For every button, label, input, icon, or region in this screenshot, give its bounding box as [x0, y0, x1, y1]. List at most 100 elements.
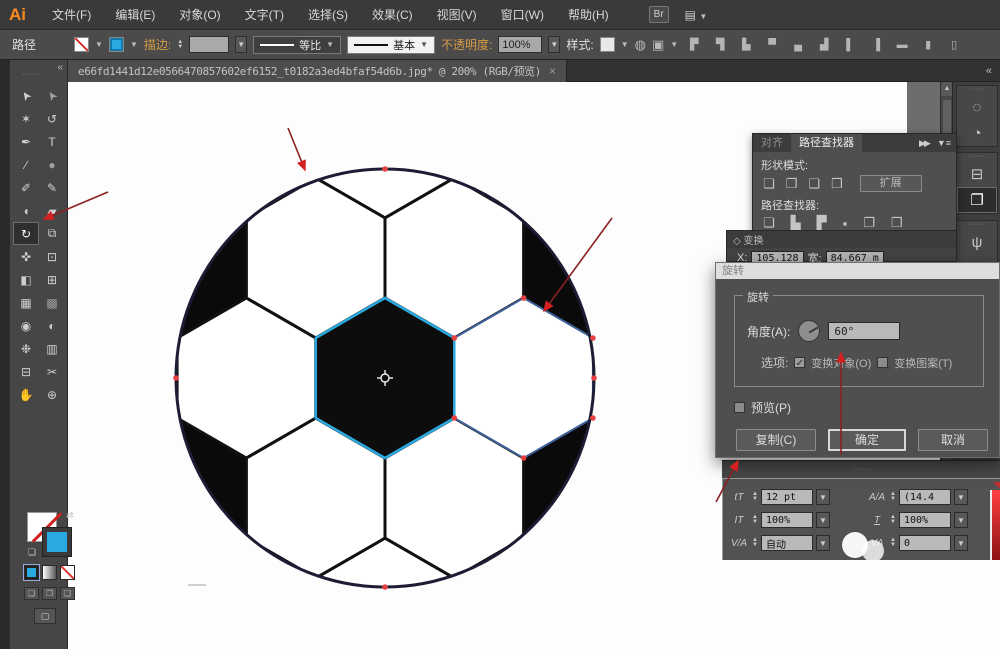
column-graph-tool[interactable]: ▥: [39, 337, 65, 360]
tracking-field[interactable]: 0: [899, 535, 951, 551]
intersect-icon[interactable]: ❑: [808, 176, 820, 192]
select-similar-icon[interactable]: ▣: [652, 37, 664, 53]
brush-definition-dropdown[interactable]: 基本 ▼: [347, 36, 435, 54]
horizontal-scale-dropdown[interactable]: ▼: [954, 512, 968, 528]
panel-expand-icon[interactable]: ▶▶: [919, 138, 937, 149]
leading-dropdown[interactable]: ▼: [954, 489, 968, 505]
tracking-dropdown[interactable]: ▼: [954, 535, 968, 551]
menu-help[interactable]: 帮助(H): [556, 0, 621, 30]
gradient-tool[interactable]: ▩: [39, 291, 65, 314]
screen-mode-button[interactable]: ▢: [34, 608, 56, 624]
leading-stepper[interactable]: ▲▼: [890, 492, 896, 502]
toolbar-grip[interactable]: ▪▪▪▪▪▪: [22, 72, 41, 78]
ok-button[interactable]: 确定: [828, 429, 906, 451]
minus-front-icon[interactable]: ❐: [786, 176, 798, 192]
pen-tool[interactable]: ✒: [13, 130, 39, 153]
document-setup-icon[interactable]: ◍: [635, 37, 646, 53]
trim-icon[interactable]: ▙: [791, 215, 801, 231]
rotate-tool[interactable]: ↻: [13, 222, 39, 245]
vertical-scale-field[interactable]: 100%: [761, 512, 813, 528]
gradient-button[interactable]: [42, 565, 57, 580]
menu-effect[interactable]: 效果(C): [360, 0, 425, 30]
align-v-center-icon[interactable]: ▄: [788, 39, 808, 51]
stroke-weight-stepper[interactable]: ▲ ▼: [177, 40, 183, 50]
expand-button[interactable]: 扩展: [860, 175, 922, 192]
dock-grip[interactable]: ▪▪▪▪▪: [957, 153, 997, 161]
scale-tool[interactable]: ⧉: [39, 222, 65, 245]
vertical-scale-stepper[interactable]: ▲▼: [752, 515, 758, 525]
distribute-space-v-icon[interactable]: ▯: [944, 38, 964, 51]
menu-edit[interactable]: 编辑(E): [103, 0, 167, 30]
opacity-label[interactable]: 不透明度:: [441, 36, 492, 53]
unite-icon[interactable]: ❏: [763, 176, 775, 192]
hand-tool[interactable]: ✋: [13, 383, 39, 406]
direct-selection-tool[interactable]: ➤: [39, 84, 65, 107]
shape-builder-tool[interactable]: ◧: [13, 268, 39, 291]
kerning-dropdown[interactable]: ▼: [816, 535, 830, 551]
color-button[interactable]: [24, 565, 39, 580]
stepper-down-icon[interactable]: ▼: [890, 497, 896, 502]
eraser-tool[interactable]: ▰: [39, 199, 65, 222]
pathfinder-panel-icon[interactable]: ❐: [957, 187, 997, 213]
workspace-switcher-icon[interactable]: ▤ ▼: [685, 8, 708, 22]
zoom-tool[interactable]: ⊕: [39, 383, 65, 406]
close-icon[interactable]: ×: [549, 64, 556, 78]
merge-icon[interactable]: ▛: [817, 215, 827, 231]
bridge-button[interactable]: Br: [649, 6, 669, 23]
stroke-profile-dropdown[interactable]: 等比 ▼: [253, 36, 341, 54]
line-segment-tool[interactable]: ∕: [13, 153, 39, 176]
distribute-right-icon[interactable]: ▬: [892, 39, 912, 51]
transform-header[interactable]: ◇ 变换: [727, 231, 956, 248]
stroke-weight-dropdown[interactable]: ▼: [235, 36, 247, 53]
panel-grip[interactable]: ▪▪▪▪▪: [722, 461, 1000, 474]
draw-inside-icon[interactable]: ❑: [60, 587, 75, 600]
type-tool[interactable]: T: [39, 130, 65, 153]
preview-checkbox[interactable]: [734, 402, 745, 413]
stepper-down-icon[interactable]: ▼: [752, 520, 758, 525]
symbols-panel-icon[interactable]: ψ: [957, 229, 997, 255]
kerning-field[interactable]: 自动: [761, 535, 813, 551]
eyedropper-tool[interactable]: ◉: [13, 314, 39, 337]
stepper-down-icon[interactable]: ▼: [177, 45, 183, 50]
stepper-down-icon[interactable]: ▼: [890, 520, 896, 525]
align-left-icon[interactable]: ▛: [684, 38, 704, 51]
none-button[interactable]: [60, 565, 75, 580]
fill-color-swatch[interactable]: [74, 37, 89, 52]
panel-menu-icon[interactable]: ▼≡: [937, 138, 956, 148]
lasso-tool[interactable]: ↺: [39, 107, 65, 130]
dock-grip[interactable]: ▪▪▪▪▪: [957, 221, 997, 229]
paintbrush-tool[interactable]: ✐: [13, 176, 39, 199]
opacity-field[interactable]: 100%: [498, 36, 542, 53]
slice-tool[interactable]: ✂: [39, 360, 65, 383]
menu-file[interactable]: 文件(F): [40, 0, 103, 30]
chevron-down-icon[interactable]: ▼: [621, 40, 629, 49]
font-size-stepper[interactable]: ▲▼: [752, 492, 758, 502]
magic-wand-tool[interactable]: ✶: [13, 107, 39, 130]
menu-type[interactable]: 文字(T): [233, 0, 296, 30]
stroke-color-swatch[interactable]: [109, 37, 124, 52]
color-guide-panel-icon[interactable]: ◔: [957, 120, 997, 146]
style-swatch[interactable]: [600, 37, 615, 52]
angle-dial-icon[interactable]: [798, 320, 820, 342]
distribute-left-icon[interactable]: ▌: [840, 39, 860, 51]
free-transform-tool[interactable]: ⊡: [39, 245, 65, 268]
dock-collapse-icon[interactable]: «: [986, 65, 992, 77]
swap-fill-stroke-icon[interactable]: ⇄: [66, 510, 74, 521]
minus-back-icon[interactable]: ❒: [891, 215, 903, 231]
artboard-tool[interactable]: ⊟: [13, 360, 39, 383]
stepper-down-icon[interactable]: ▼: [752, 543, 758, 548]
pencil-tool[interactable]: ✎: [39, 176, 65, 199]
align-panel-icon[interactable]: ⊟: [957, 161, 997, 187]
color-spectrum-strip[interactable]: [990, 490, 1000, 560]
outline-icon[interactable]: ❐: [863, 215, 875, 231]
vertical-scale-dropdown[interactable]: ▼: [816, 512, 830, 528]
chevron-down-icon[interactable]: ▼: [95, 40, 103, 49]
stroke-weight-label[interactable]: 描边:: [144, 36, 171, 53]
horizontal-scale-field[interactable]: 100%: [899, 512, 951, 528]
copy-button[interactable]: 复制(C): [736, 429, 816, 451]
draw-normal-icon[interactable]: ❏: [24, 587, 39, 600]
horizontal-scale-stepper[interactable]: ▲▼: [890, 515, 896, 525]
dialog-title-bar[interactable]: 旋转: [716, 263, 999, 279]
distribute-space-h-icon[interactable]: ▮: [918, 38, 938, 51]
menu-object[interactable]: 对象(O): [167, 0, 232, 30]
